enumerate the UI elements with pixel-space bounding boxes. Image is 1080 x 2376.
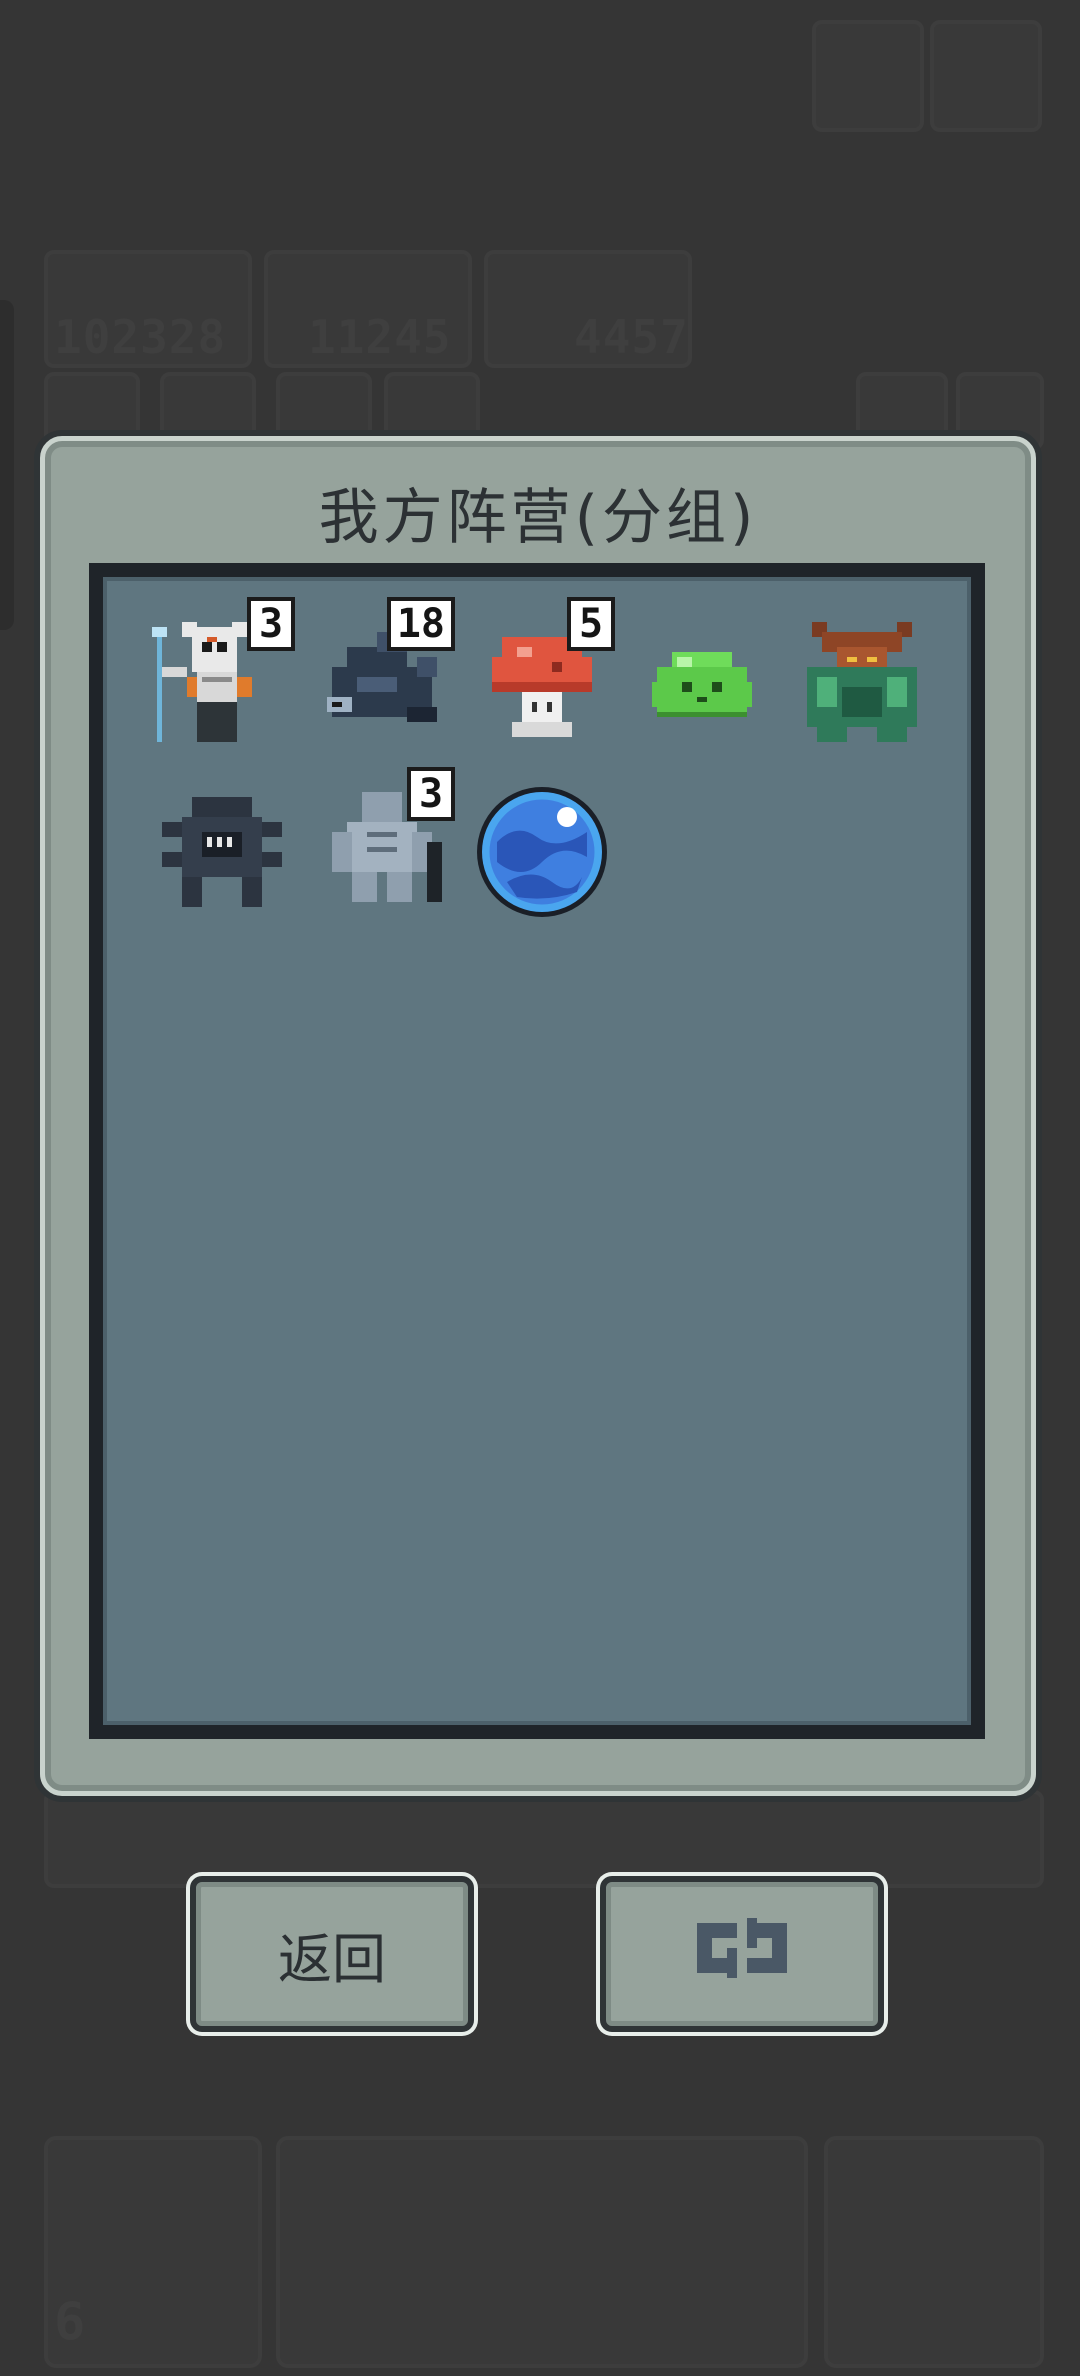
dark-spider-crab-icon <box>162 797 282 907</box>
attack-count: 6 <box>54 2292 87 2352</box>
resource-slot: 102328 <box>44 250 252 368</box>
settings-button-ghost <box>930 20 1042 132</box>
swap-arrows-icon <box>687 1908 797 2001</box>
unit-blue-orb[interactable] <box>467 777 617 927</box>
dialog-title: 我方阵营(分组) <box>318 483 758 553</box>
turn-timer-ghost <box>276 2136 808 2368</box>
resource-count: 11245 <box>308 310 452 364</box>
unit-red-mushroom[interactable]: 5 <box>467 601 617 757</box>
team-dialog: 我方阵营(分组) 3 18 5 3 <box>40 436 1036 1796</box>
unit-green-slime[interactable] <box>627 607 777 757</box>
unit-dark-spider-crab[interactable] <box>147 777 297 927</box>
blue-orb-icon <box>477 787 607 917</box>
profile-button-ghost <box>824 2136 1044 2368</box>
horned-minotaur-icon <box>807 622 917 742</box>
unit-count-badge: 18 <box>390 601 451 647</box>
resource-count: 102328 <box>54 310 227 364</box>
resource-slot: 4457 <box>484 250 692 368</box>
unit-stone-golem[interactable]: 3 <box>307 771 457 927</box>
back-button-label: 返回 <box>278 1927 386 1991</box>
unit-skeleton-shaman[interactable]: 3 <box>147 601 297 757</box>
swap-button[interactable] <box>600 1876 884 2032</box>
green-slime-icon <box>652 652 752 717</box>
resource-slot: 11245 <box>264 250 472 368</box>
status-bar-ghost <box>44 1790 1044 1888</box>
side-drawer-tab <box>0 300 14 630</box>
unit-grid-panel: 3 18 5 3 <box>89 563 985 1739</box>
unit-count-badge: 3 <box>411 771 451 817</box>
back-button[interactable]: 返回 <box>190 1876 474 2032</box>
menu-button-ghost <box>812 20 924 132</box>
unit-horned-minotaur[interactable] <box>787 607 937 757</box>
attack-button-ghost: 6 <box>44 2136 262 2368</box>
resource-count: 4457 <box>574 310 689 364</box>
unit-shadow-fish[interactable]: 18 <box>307 601 457 757</box>
unit-count-badge: 5 <box>571 601 611 647</box>
unit-count-badge: 3 <box>251 601 291 647</box>
